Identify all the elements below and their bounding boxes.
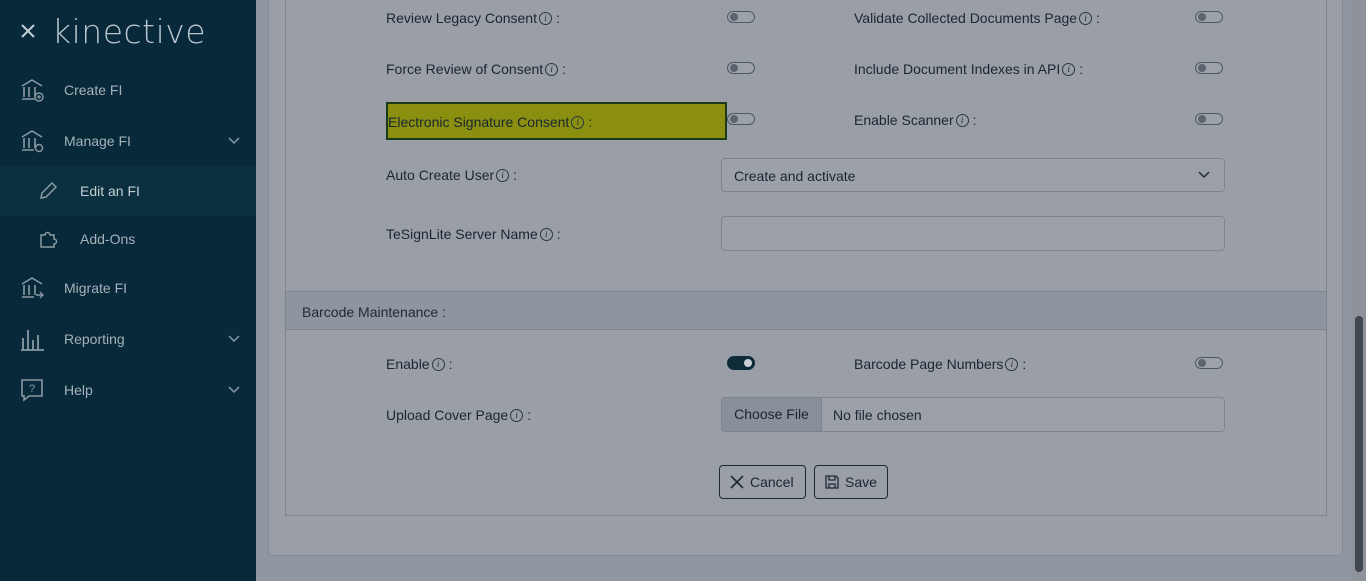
force-review-of-consent-toggle[interactable]	[727, 62, 755, 74]
scrollbar-thumb[interactable]	[1355, 316, 1363, 572]
electronic-signature-consent-toggle[interactable]	[727, 113, 755, 125]
info-icon[interactable]: i	[571, 115, 585, 129]
sidebar-item-label: Create FI	[64, 82, 123, 98]
info-icon[interactable]: i	[496, 168, 510, 182]
sidebar-item-label: Manage FI	[64, 133, 131, 149]
file-name: No file chosen	[833, 407, 922, 423]
label-text: Review Legacy Consent	[386, 10, 537, 26]
sidebar-item-help[interactable]: ? Help	[0, 365, 256, 415]
colon: :	[1022, 356, 1027, 372]
force-review-of-consent-label: Force Review of Consent i :	[386, 61, 566, 77]
label-text: Include Document Indexes in API	[854, 61, 1061, 77]
info-icon[interactable]: i	[1079, 11, 1093, 25]
upload-cover-page-label: Upload Cover Page i :	[386, 407, 531, 423]
colon: :	[1079, 61, 1084, 77]
label-text: Barcode Page Numbers	[854, 356, 1004, 372]
sidebar-item-manage-fi[interactable]: Manage FI	[0, 116, 256, 166]
tesignlite-server-name-input[interactable]	[721, 216, 1225, 251]
auto-create-user-select[interactable]: Create and activate	[721, 158, 1225, 192]
chevron-down-icon	[228, 137, 240, 145]
sidebar-item-create-fi[interactable]: Create FI	[0, 65, 256, 115]
pencil-icon	[40, 181, 58, 199]
scrollbar[interactable]	[1352, 0, 1366, 581]
bank-settings-icon	[21, 130, 44, 153]
tesignlite-server-name-label: TeSignLite Server Name i :	[386, 226, 561, 242]
floppy-disk-icon	[825, 475, 839, 489]
chevron-down-icon	[228, 386, 240, 394]
colon: :	[527, 407, 532, 423]
barcode-maintenance-header: Barcode Maintenance :	[286, 291, 1326, 330]
enable-barcode-toggle[interactable]	[727, 356, 755, 370]
label-text: Upload Cover Page	[386, 407, 509, 423]
svg-text:?: ?	[29, 383, 35, 395]
enable-scanner-label: Enable Scanner i :	[854, 112, 977, 128]
label-text: Enable	[386, 356, 430, 372]
sidebar-item-label: Add-Ons	[80, 231, 136, 247]
select-value: Create and activate	[734, 168, 856, 184]
save-label: Save	[845, 474, 877, 490]
close-icon[interactable]	[18, 21, 38, 41]
sidebar-item-reporting[interactable]: Reporting	[0, 314, 256, 364]
bank-migrate-icon	[21, 277, 44, 299]
bar-chart-icon	[21, 330, 44, 351]
info-icon[interactable]: i	[1005, 357, 1019, 371]
info-icon[interactable]: i	[1062, 62, 1076, 76]
label-text: Electronic Signature Consent	[388, 114, 570, 130]
info-icon[interactable]: i	[545, 62, 559, 76]
info-icon[interactable]: i	[538, 11, 552, 25]
sidebar-item-label: Reporting	[64, 331, 125, 347]
save-button[interactable]: Save	[814, 465, 888, 499]
auto-create-user-label: Auto Create User i :	[386, 167, 517, 183]
logo: kinective	[52, 12, 207, 51]
colon: :	[562, 61, 567, 77]
sidebar-item-label: Migrate FI	[64, 280, 128, 296]
info-icon[interactable]: i	[539, 227, 553, 241]
enable-label: Enable i :	[386, 356, 452, 372]
puzzle-icon	[40, 231, 58, 248]
barcode-page-numbers-toggle[interactable]	[1195, 357, 1223, 369]
cancel-label: Cancel	[750, 474, 794, 490]
include-document-indexes-toggle[interactable]	[1195, 62, 1223, 74]
help-icon: ?	[21, 379, 43, 402]
section-title: Barcode Maintenance :	[302, 304, 446, 320]
label-text: Force Review of Consent	[386, 61, 544, 77]
colon: :	[1096, 10, 1100, 26]
label-text: TeSignLite Server Name	[386, 226, 538, 242]
sidebar-item-edit-fi[interactable]: Edit an FI	[0, 166, 256, 216]
sidebar-item-add-ons[interactable]: Add-Ons	[0, 214, 256, 264]
info-icon[interactable]: i	[431, 357, 445, 371]
review-legacy-consent-label: Review Legacy Consent i :	[386, 10, 560, 26]
sidebar-item-label: Help	[64, 382, 93, 398]
choose-file-button[interactable]: Choose File	[722, 398, 822, 431]
colon: :	[556, 226, 561, 242]
colon: :	[972, 112, 977, 128]
brand-header: kinective	[0, 0, 256, 64]
electronic-signature-consent-label: Electronic Signature Consent i :	[388, 114, 592, 130]
colon: :	[448, 356, 453, 372]
include-document-indexes-label: Include Document Indexes in API i :	[854, 61, 1083, 77]
colon: :	[555, 10, 560, 26]
chevron-down-icon	[1198, 171, 1210, 179]
upload-cover-page-input[interactable]: Choose File No file chosen	[721, 397, 1225, 432]
bank-add-icon	[21, 79, 44, 102]
info-icon[interactable]: i	[510, 408, 524, 422]
sidebar-item-label: Edit an FI	[80, 183, 140, 199]
review-legacy-consent-toggle[interactable]	[727, 11, 755, 23]
form-panel	[285, 0, 1327, 516]
colon: :	[513, 167, 518, 183]
info-icon[interactable]: i	[955, 113, 969, 127]
label-text: Enable Scanner	[854, 112, 954, 128]
sidebar-item-migrate-fi[interactable]: Migrate FI	[0, 263, 256, 313]
chevron-down-icon	[228, 335, 240, 343]
cancel-button[interactable]: Cancel	[719, 465, 806, 499]
validate-collected-documents-page-label: Validate Collected Documents Page i :	[854, 10, 1100, 26]
enable-scanner-toggle[interactable]	[1195, 113, 1223, 125]
colon: :	[588, 114, 593, 130]
validate-collected-documents-page-toggle[interactable]	[1195, 11, 1223, 23]
close-icon	[730, 475, 744, 489]
label-text: Validate Collected Documents Page	[854, 10, 1078, 26]
sidebar: kinective Create FI Manage FI Edit an FI…	[0, 0, 256, 581]
label-text: Auto Create User	[386, 167, 495, 183]
barcode-page-numbers-label: Barcode Page Numbers i :	[854, 356, 1026, 372]
